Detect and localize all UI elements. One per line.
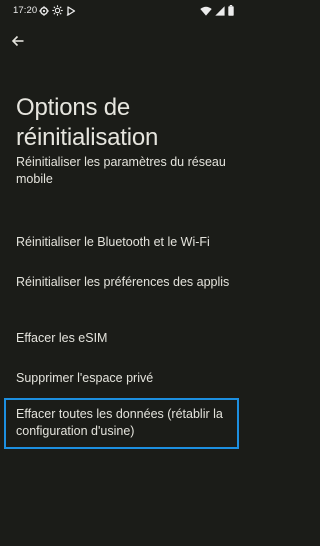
signal-icon — [215, 5, 225, 16]
status-icons-left — [39, 5, 76, 16]
wifi-icon — [200, 6, 212, 16]
status-time: 17:20 — [13, 5, 38, 16]
option-erase-esim[interactable]: Effacer les eSIM — [0, 328, 245, 352]
battery-icon — [228, 5, 234, 16]
status-bar: 17:20 — [0, 0, 245, 22]
option-label: Réinitialiser le Bluetooth et le Wi-Fi — [16, 235, 210, 249]
status-icons-right — [200, 5, 234, 16]
option-reset-app-preferences[interactable]: Réinitialiser les préférences des applis — [0, 272, 245, 312]
option-delete-private-space[interactable]: Supprimer l'espace privé — [0, 368, 245, 392]
arrow-back-icon — [11, 34, 25, 53]
settings-gear-icon — [39, 5, 49, 16]
option-label: Effacer les eSIM — [16, 331, 108, 345]
cast-icon — [66, 5, 76, 16]
option-label: Réinitialiser les préférences des applis — [16, 275, 230, 289]
page-title: Options de réinitialisation — [16, 94, 159, 151]
option-factory-reset[interactable]: Effacer toutes les données (rétablir la … — [0, 398, 245, 449]
option-label: Réinitialiser les paramètres du réseau m… — [16, 155, 226, 186]
brightness-icon — [52, 5, 63, 16]
option-label: Supprimer l'espace privé — [16, 371, 154, 385]
option-reset-mobile-network[interactable]: Réinitialiser les paramètres du réseau m… — [0, 152, 245, 192]
back-button[interactable] — [7, 32, 29, 54]
option-label: Effacer toutes les données (rétablir la … — [16, 407, 223, 438]
option-reset-bluetooth-wifi[interactable]: Réinitialiser le Bluetooth et le Wi-Fi — [0, 232, 245, 256]
